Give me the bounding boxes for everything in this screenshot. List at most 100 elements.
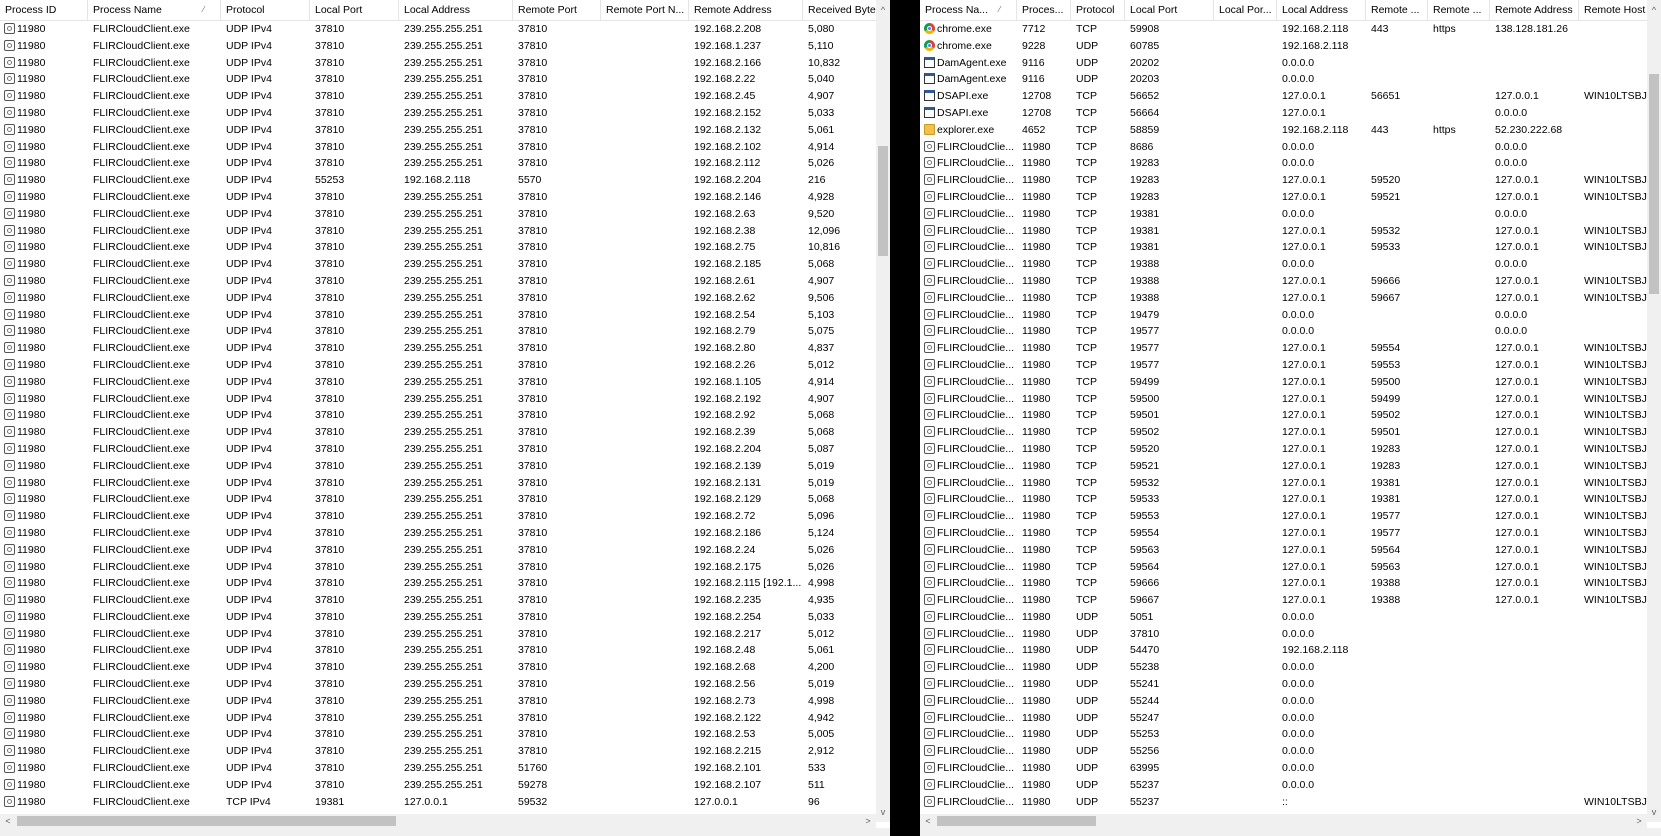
cell-text: WIN10LTSBJP: [1584, 241, 1654, 254]
column-header-local-port-name[interactable]: Local Por...: [1214, 0, 1277, 20]
cell-text: UDP IPv4: [226, 694, 272, 707]
cell-remote-address: 192.168.2.92: [689, 407, 803, 424]
cell-text: 0.0.0.0: [1282, 56, 1315, 69]
cell-process-id: 11980: [1017, 542, 1071, 559]
cell-text: UDP: [1076, 694, 1099, 707]
column-header-process-name[interactable]: Process Name ⁄: [88, 0, 221, 20]
cell-text: FLIRCloudClie...: [937, 258, 1015, 271]
cell-remote-port: 59554: [1366, 340, 1428, 357]
column-header-process-name[interactable]: Process Na... ⁄: [920, 0, 1017, 20]
cell-local-port: 55237: [1125, 794, 1214, 811]
scroll-up-arrow-icon[interactable]: ^: [876, 3, 890, 17]
column-header-label: Protocol: [226, 4, 265, 16]
column-header-local-address[interactable]: Local Address: [1277, 0, 1366, 20]
cell-process-name: FLIRCloudClient.exe: [88, 223, 221, 240]
cell-text: 5,026: [808, 543, 835, 556]
scroll-left-arrow-icon[interactable]: <: [921, 814, 935, 828]
right-horizontal-scrollbar[interactable]: < >: [920, 814, 1647, 828]
process-icon: [924, 258, 935, 270]
cell-process-name: FLIRCloudClient.exe: [88, 794, 221, 811]
cell-text: 11980: [17, 644, 46, 657]
column-header-local-address[interactable]: Local Address: [399, 0, 513, 20]
cell-protocol: TCP: [1071, 592, 1125, 609]
cell-protocol: UDP IPv4: [221, 374, 310, 391]
cell-text: 192.168.2.79: [694, 325, 756, 338]
cell-remote-address: 192.168.2.146: [689, 189, 803, 206]
column-header-process-id[interactable]: Process ID: [0, 0, 88, 20]
cell-process-name: FLIRCloudClie...: [920, 491, 1017, 508]
cell-text: TCP: [1076, 442, 1097, 455]
cell-process-id: 11980: [0, 139, 88, 156]
cell-protocol: UDP IPv4: [221, 88, 310, 105]
cell-text: 11980: [1022, 661, 1051, 674]
cell-text: 0.0.0.0: [1282, 762, 1315, 775]
left-vertical-scrollbar[interactable]: ^ v: [876, 0, 890, 822]
process-icon: [924, 291, 935, 303]
column-header-local-port[interactable]: Local Port: [1125, 0, 1214, 20]
cell-process-id: 11980: [0, 407, 88, 424]
column-header-remote-address[interactable]: Remote Address: [1490, 0, 1579, 20]
column-header-remote-address[interactable]: Remote Address: [689, 0, 803, 20]
cell-text: 37810: [315, 711, 345, 724]
column-header-remote-port[interactable]: Remote ...: [1366, 0, 1428, 20]
cell-process-name: FLIRCloudClie...: [920, 592, 1017, 609]
cell-process-id: 11980: [0, 710, 88, 727]
cell-process-name: FLIRCloudClient.exe: [88, 55, 221, 72]
scroll-right-arrow-icon[interactable]: >: [861, 814, 875, 828]
left-horizontal-scroll-thumb[interactable]: [17, 816, 396, 826]
column-header-local-port[interactable]: Local Port: [310, 0, 399, 20]
cell-text: UDP IPv4: [226, 728, 272, 741]
column-header-remote-port-name[interactable]: Remote Port N...: [601, 0, 689, 20]
cell-text: FLIRCloudClie...: [937, 375, 1015, 388]
cell-process-id: 11980: [1017, 256, 1071, 273]
cell-received-bytes: 5,068: [803, 407, 879, 424]
column-header-remote-port-name[interactable]: Remote ...: [1428, 0, 1490, 20]
cell-text: 37810: [315, 39, 345, 52]
cell-local-address: 239.255.255.251: [399, 726, 513, 743]
cell-text: 192.168.2.45: [694, 90, 756, 103]
cell-text: FLIRCloudClient.exe: [93, 510, 190, 523]
cell-local-address: 239.255.255.251: [399, 88, 513, 105]
cell-process-name: FLIRCloudClie...: [920, 726, 1017, 743]
cell-local-port: 37810: [310, 256, 399, 273]
cell-local-port: 55237: [1125, 777, 1214, 794]
cell-text: FLIRCloudClient.exe: [93, 106, 190, 119]
cell-text: 11980: [1022, 694, 1051, 707]
cell-received-bytes: 5,103: [803, 307, 879, 324]
left-horizontal-scrollbar[interactable]: < >: [0, 814, 876, 828]
cell-local-port: 59563: [1125, 542, 1214, 559]
cell-local-address: 127.0.0.1: [1277, 458, 1366, 475]
cell-text: FLIRCloudClie...: [937, 342, 1015, 355]
right-vertical-scroll-thumb[interactable]: [1649, 73, 1659, 295]
scroll-up-arrow-icon[interactable]: ^: [1647, 3, 1661, 17]
scroll-right-arrow-icon[interactable]: >: [1632, 814, 1646, 828]
cell-text: FLIRCloudClient.exe: [93, 140, 190, 153]
scroll-left-arrow-icon[interactable]: <: [1, 814, 15, 828]
cell-process-name: FLIRCloudClient.exe: [88, 122, 221, 139]
right-vertical-scrollbar[interactable]: ^ v: [1647, 0, 1661, 822]
cell-process-id: 11980: [1017, 743, 1071, 760]
left-vertical-scroll-thumb[interactable]: [878, 145, 888, 257]
cell-protocol: UDP IPv4: [221, 105, 310, 122]
scroll-down-arrow-icon[interactable]: v: [1647, 805, 1661, 819]
cell-process-id: 11980: [1017, 475, 1071, 492]
column-header-process-id[interactable]: Proces...: [1017, 0, 1071, 20]
cell-local-port: 37810: [310, 592, 399, 609]
cell-text: 5,103: [808, 308, 835, 321]
column-header-protocol[interactable]: Protocol: [1071, 0, 1125, 20]
column-header-protocol[interactable]: Protocol: [221, 0, 310, 20]
cell-text: 59666: [1130, 577, 1160, 590]
cell-text: 59554: [1130, 526, 1160, 539]
cell-remote-address: 192.168.2.72: [689, 508, 803, 525]
right-horizontal-scroll-thumb[interactable]: [937, 816, 1097, 826]
column-header-label: Protocol: [1076, 4, 1115, 16]
scroll-down-arrow-icon[interactable]: v: [876, 805, 890, 819]
column-header-remote-port[interactable]: Remote Port: [513, 0, 601, 20]
cell-remote-port: 37810: [513, 340, 601, 357]
cell-local-address: 239.255.255.251: [399, 575, 513, 592]
cell-remote-port: 51760: [513, 760, 601, 777]
process-icon: [4, 543, 15, 555]
column-header-received-bytes[interactable]: Received Bytes: [803, 0, 879, 20]
cell-text: 37810: [518, 577, 548, 590]
cell-protocol: UDP IPv4: [221, 189, 310, 206]
